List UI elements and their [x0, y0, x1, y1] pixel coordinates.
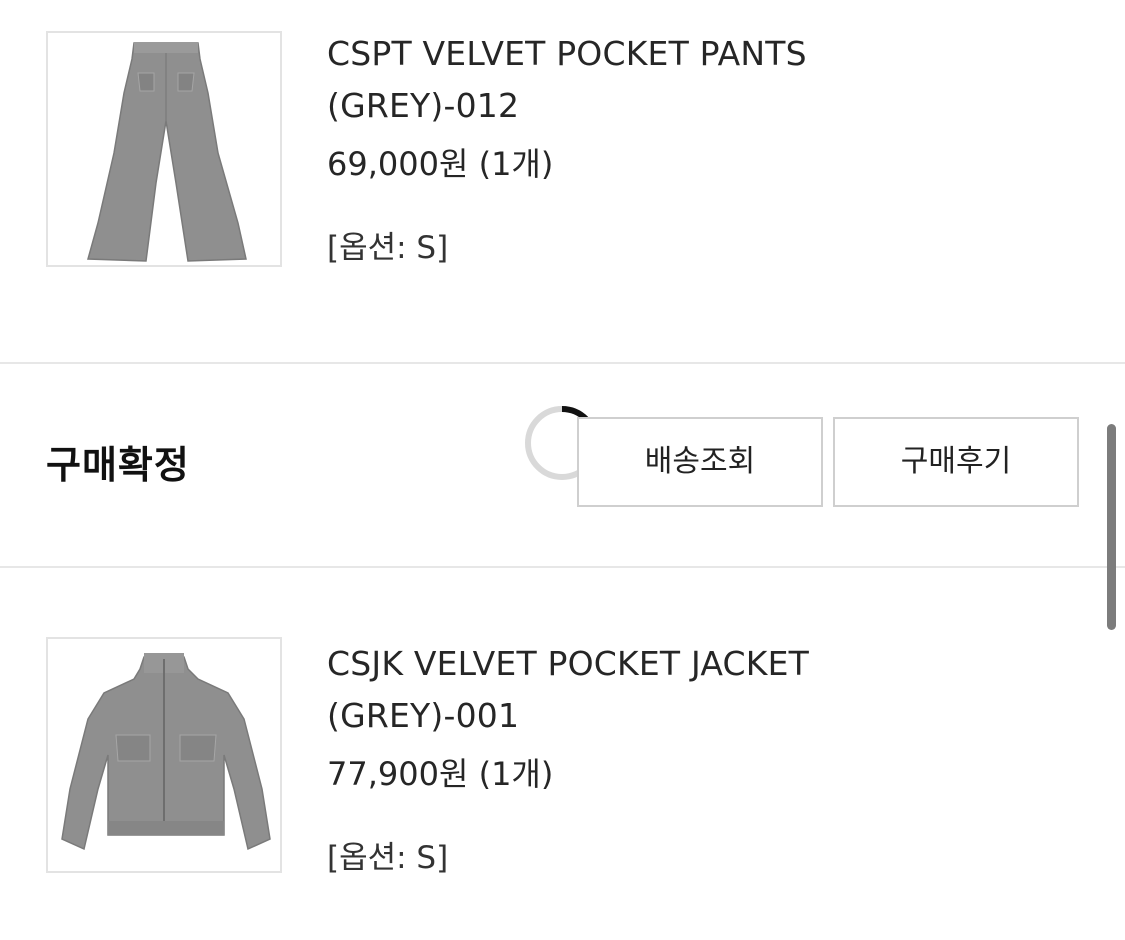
product-option: [옵션: S] [327, 230, 449, 266]
product-option: [옵션: S] [327, 840, 449, 876]
product-name-line2: (GREY)-001 [327, 696, 520, 735]
order-item: CSPT VELVET POCKET PANTS (GREY)-012 69,0… [0, 0, 1125, 362]
product-name-line1: CSJK VELVET POCKET JACKET [327, 644, 810, 683]
order-status-label: 구매확정 [46, 443, 190, 487]
product-info: CSJK VELVET POCKET JACKET (GREY)-001 77,… [327, 638, 1087, 880]
product-image-pants[interactable] [46, 31, 282, 267]
pants-icon [87, 42, 247, 262]
scrollbar-thumb[interactable] [1107, 424, 1116, 630]
product-name-line2: (GREY)-012 [327, 86, 520, 125]
product-image-jacket[interactable] [46, 637, 282, 873]
product-price: 69,000원 (1개) [327, 145, 554, 183]
product-info: CSPT VELVET POCKET PANTS (GREY)-012 69,0… [327, 28, 1087, 270]
track-delivery-button[interactable]: 배송조회 [577, 417, 823, 507]
product-name-line1: CSPT VELVET POCKET PANTS [327, 34, 807, 73]
jacket-icon [61, 653, 271, 851]
order-detail-page: CSPT VELVET POCKET PANTS (GREY)-012 69,0… [0, 0, 1125, 940]
product-price: 77,900원 (1개) [327, 755, 554, 793]
product-name[interactable]: CSPT VELVET POCKET PANTS (GREY)-012 [327, 28, 1087, 132]
write-review-button[interactable]: 구매후기 [833, 417, 1079, 507]
product-name[interactable]: CSJK VELVET POCKET JACKET (GREY)-001 [327, 638, 1087, 742]
